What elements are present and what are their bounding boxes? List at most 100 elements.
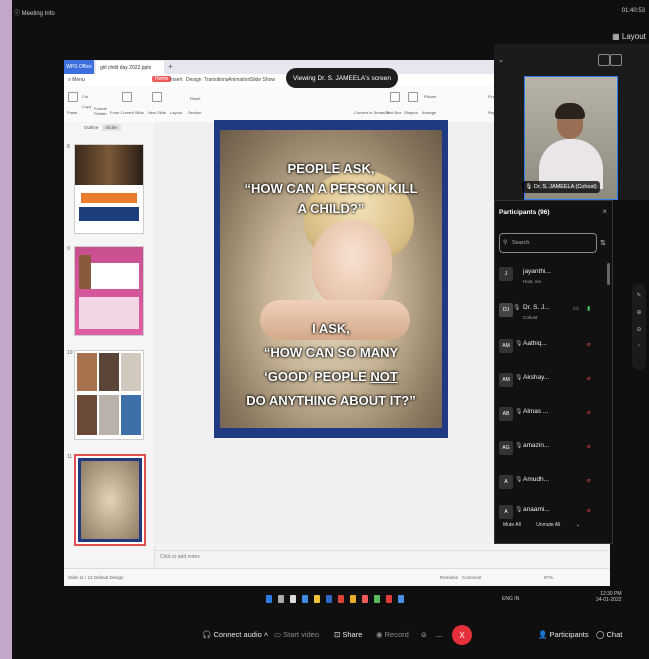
connect-audio-button[interactable]: 🎧 Connect audio ˄ xyxy=(202,630,268,639)
menu-insert[interactable]: Insert xyxy=(170,77,183,83)
participant-name: jayanthi... xyxy=(523,268,551,275)
from-current-slide-icon[interactable] xyxy=(122,92,132,102)
tab-wps-office[interactable]: WPS Office xyxy=(64,60,94,74)
zoom-out-icon[interactable]: ⊖ xyxy=(632,326,646,333)
avatar: A xyxy=(499,505,513,519)
ribbon-label[interactable]: Picture xyxy=(424,94,436,99)
record-button[interactable]: ◉ Record xyxy=(376,630,409,639)
slide-line-7: DO ANYTHING ABOUT IT?” xyxy=(246,393,416,408)
menu-home[interactable]: Home xyxy=(152,76,172,82)
participants-panel: Participants (96) × ⚲ Search ⇅ J jayanth… xyxy=(494,200,613,544)
ribbon-label[interactable]: Layout xyxy=(170,110,182,115)
thumb-banner xyxy=(81,193,137,203)
participants-label: Participants xyxy=(549,630,589,639)
task-view-icon xyxy=(290,595,296,603)
mute-all-button[interactable]: Mute All xyxy=(503,522,521,528)
more-button[interactable]: ... xyxy=(436,630,442,639)
record-label: Record xyxy=(384,630,409,639)
slide-line-6-text: ‘GOOD’ PEOPLE xyxy=(264,369,371,384)
chat-label: Chat xyxy=(606,630,623,639)
share-button[interactable]: ⊡ Share xyxy=(334,630,362,639)
avatar: AM xyxy=(499,339,513,353)
participant-row[interactable]: AB 🎙 Almas ... ⌀ xyxy=(497,399,607,429)
tab-outline[interactable]: Outline xyxy=(84,125,98,130)
start-video-button[interactable]: ▭ Start video xyxy=(274,630,319,639)
chat-button[interactable]: ◯ Chat xyxy=(596,630,622,639)
paste-icon[interactable] xyxy=(68,92,78,102)
slide-thumbnail-8[interactable] xyxy=(74,144,144,234)
unmute-all-button[interactable]: Unmute All xyxy=(536,522,560,528)
close-icon[interactable]: × xyxy=(602,207,607,216)
slide-line-6: ‘GOOD’ PEOPLE NOT xyxy=(220,368,442,385)
ribbon-label[interactable]: Convert to SmartArt xyxy=(354,110,389,115)
more-options-icon[interactable]: ⌄ xyxy=(576,522,580,528)
tab-slides[interactable]: Slides xyxy=(102,124,121,131)
avatar: AG xyxy=(499,441,513,455)
layout-button[interactable]: ▦ Layout xyxy=(612,28,646,44)
connect-audio-label: Connect audio xyxy=(213,630,262,639)
participants-title: Participants (96) xyxy=(499,209,550,216)
annotate-icon[interactable]: ✎ xyxy=(632,292,646,299)
menu-transitions[interactable]: Transitions xyxy=(204,77,228,83)
text-box-icon[interactable] xyxy=(390,92,400,102)
remarks-button[interactable]: Remarks xyxy=(440,575,458,580)
menu-item[interactable]: ≡ Menu xyxy=(68,77,85,83)
menu-slide-show[interactable]: Slide Show xyxy=(250,77,275,83)
video-off-icon: ▭ xyxy=(274,630,284,639)
participants-button[interactable]: 👤 Participants xyxy=(538,630,589,639)
speaker-view-icon[interactable] xyxy=(598,54,610,66)
mic-icon: 🎙 xyxy=(515,507,523,513)
participant-row[interactable]: J jayanthi... Host, me xyxy=(497,259,607,289)
person-hair xyxy=(555,103,585,119)
new-tab-button[interactable]: + xyxy=(168,62,173,71)
muted-mic-icon: ⌀ xyxy=(587,410,591,416)
zoom-in-icon[interactable]: ⊕ xyxy=(632,309,646,316)
tray-clock: 12:30 PM 24-01-2022 xyxy=(596,591,622,603)
participant-name: Aathiq... xyxy=(523,340,547,347)
participant-role: Cohost xyxy=(523,315,538,320)
tab-presentation-file[interactable]: girl child day 2022.pptx xyxy=(96,61,164,74)
video-name-text: Dr. S. JAMEELA (Cohost) xyxy=(533,184,597,190)
sort-icon[interactable]: ⇅ xyxy=(600,239,606,247)
slide-thumbnail-9[interactable] xyxy=(74,246,144,336)
office-status-bar: Slide 11 / 12 Default Design Remarks Com… xyxy=(64,568,610,586)
shapes-icon[interactable] xyxy=(408,92,418,102)
gallery-view-icon[interactable] xyxy=(610,54,622,66)
meeting-info-button[interactable]: ⓘ Meeting Info xyxy=(14,8,55,17)
thumb-photo xyxy=(77,353,97,391)
comment-button[interactable]: Comment xyxy=(462,575,482,580)
participant-row[interactable]: AM 🎙 Akshay... ⌀ xyxy=(497,365,607,395)
thumb-photo xyxy=(79,255,91,289)
thumb-image xyxy=(75,145,143,185)
participants-scrollbar[interactable] xyxy=(607,263,610,285)
ribbon-label: New Slide xyxy=(148,110,167,115)
ribbon-label[interactable]: Reset xyxy=(190,96,200,101)
participant-row[interactable]: AG 🎙 amazin... ⌀ xyxy=(497,433,607,463)
muted-mic-icon: ⌀ xyxy=(587,342,591,348)
menu-animation[interactable]: Animation xyxy=(228,77,250,83)
new-slide-icon[interactable] xyxy=(152,92,162,102)
menu-design[interactable]: Design xyxy=(186,77,202,83)
fit-icon[interactable]: ▫ xyxy=(632,343,646,349)
slide-thumbnail-10[interactable] xyxy=(74,350,144,440)
participant-row[interactable]: A 🎙 Amudh... ⌀ xyxy=(497,467,607,497)
ribbon-label[interactable]: Copy xyxy=(82,104,91,109)
chevron-down-icon[interactable]: ⌄ xyxy=(498,56,504,64)
ribbon-label[interactable]: Section xyxy=(188,110,201,115)
participant-row[interactable]: DJ 🎙 Dr. S. J... Cohost ▭ ▮ xyxy=(497,295,607,325)
participant-name: Dr. S. J... xyxy=(523,304,550,311)
leave-button[interactable]: X xyxy=(452,625,472,645)
participants-search-input[interactable]: Search xyxy=(499,233,597,253)
slide-thumbnail-11[interactable] xyxy=(74,454,146,546)
slide-number: 11 xyxy=(67,454,73,460)
thumb-photo xyxy=(99,395,119,435)
ribbon-label: From Current Slide xyxy=(110,110,144,115)
zoom-level[interactable]: 87% xyxy=(544,575,553,580)
reactions-icon[interactable]: ☺ xyxy=(420,630,428,639)
ribbon-label[interactable]: Cut xyxy=(82,94,88,99)
thumb-photo xyxy=(81,461,139,539)
ribbon-label[interactable]: Arrange xyxy=(422,110,436,115)
notes-pane[interactable]: Click to add notes xyxy=(154,550,610,567)
participant-row[interactable]: AM 🎙 Aathiq... ⌀ xyxy=(497,331,607,361)
app-icon xyxy=(326,595,332,603)
